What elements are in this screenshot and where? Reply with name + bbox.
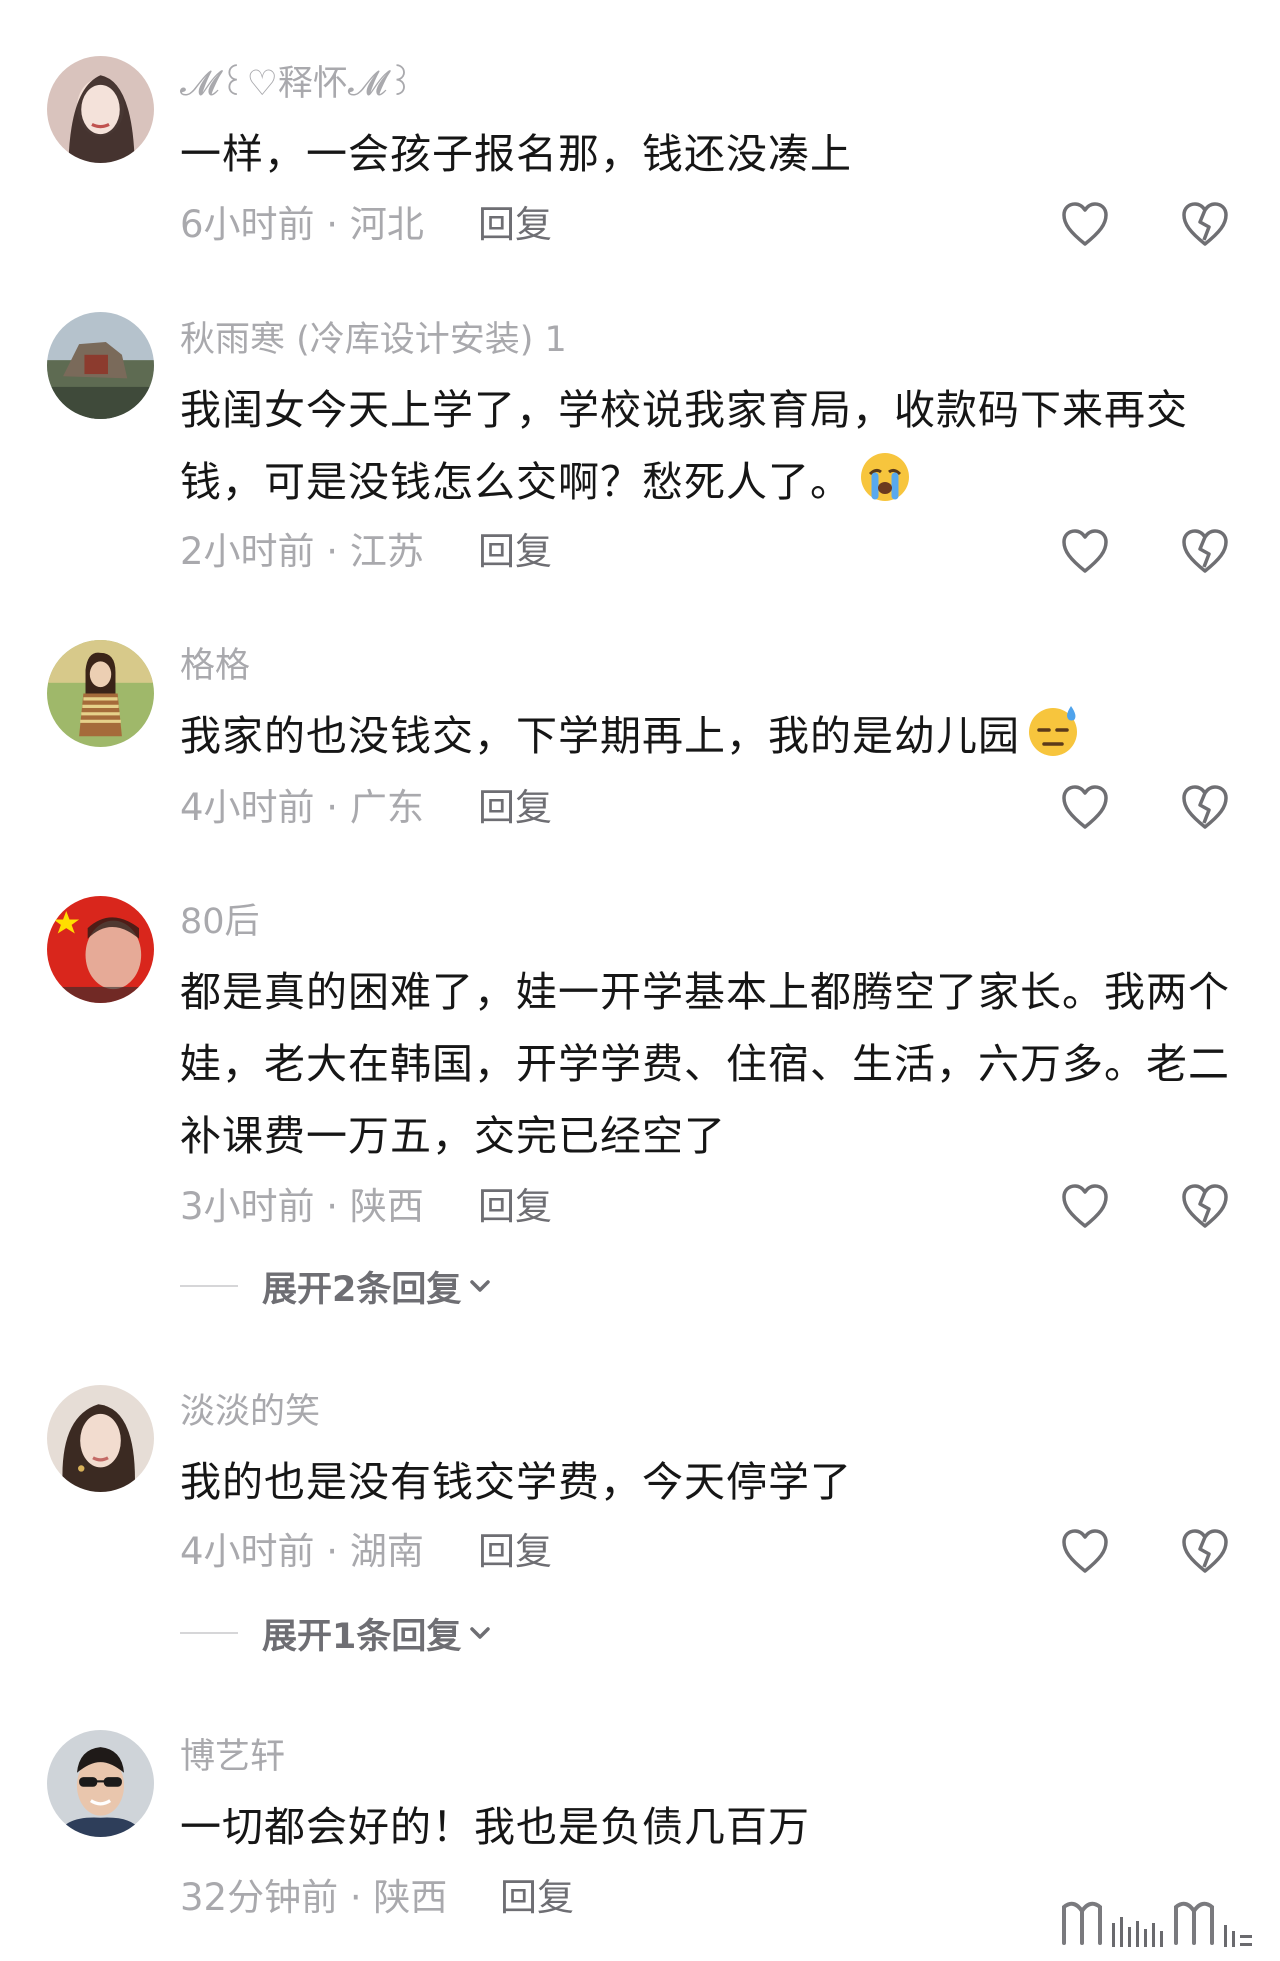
reply-button[interactable]: 回复: [478, 530, 552, 574]
heart-outline-icon[interactable]: [1060, 783, 1110, 831]
expand-replies-label: 展开1条回复: [262, 1616, 462, 1657]
username[interactable]: 格格: [180, 644, 250, 688]
comment-text: 一切都会好的！我也是负债几百万: [180, 1791, 1240, 1863]
comment-text-body: 一切都会好的！我也是负债几百万: [180, 1803, 810, 1851]
comment-text-body: 我的也是没有钱交学费，今天停学了: [180, 1458, 852, 1506]
username[interactable]: 𝓜꒰♡释怀𝓜꒱: [180, 62, 414, 106]
username[interactable]: 80后: [180, 900, 260, 944]
comment-text: 我的也是没有钱交学费，今天停学了: [180, 1446, 1240, 1518]
expand-replies-button[interactable]: 展开1条回复: [180, 1611, 493, 1657]
heart-outline-icon[interactable]: [1060, 1527, 1110, 1575]
reply-button[interactable]: 回复: [500, 1876, 574, 1920]
sweat-face-emoji: [1026, 704, 1080, 758]
username[interactable]: 淡淡的笑: [180, 1390, 320, 1434]
expand-replies-label: 展开2条回复: [262, 1269, 462, 1310]
time-location: 3小时前 · 陕西: [180, 1185, 424, 1228]
expand-replies-button[interactable]: 展开2条回复: [180, 1264, 493, 1310]
broken-heart-outline-icon[interactable]: [1180, 1182, 1230, 1230]
reply-button[interactable]: 回复: [478, 786, 552, 830]
broken-heart-outline-icon[interactable]: [1180, 527, 1230, 575]
time-location: 6小时前 · 河北: [180, 203, 424, 246]
broken-heart-outline-icon[interactable]: [1180, 1527, 1230, 1575]
username[interactable]: 博艺轩: [180, 1735, 285, 1779]
avatar[interactable]: [47, 1385, 154, 1492]
username[interactable]: 秋雨寒 (冷库设计安装) 1: [180, 318, 567, 362]
comment-text: 都是真的困难了，娃一开学基本上都腾空了家长。我两个娃，老大在韩国，开学学费、住宿…: [180, 956, 1240, 1172]
reply-button[interactable]: 回复: [478, 203, 552, 247]
heart-outline-icon[interactable]: [1060, 1182, 1110, 1230]
time-location: 2小时前 · 江苏: [180, 530, 424, 573]
divider: [180, 1632, 238, 1634]
time-location: 4小时前 · 湖南: [180, 1530, 424, 1573]
chevron-down-icon: [467, 1273, 493, 1299]
time-location: 32分钟前 · 陕西: [180, 1876, 448, 1919]
avatar[interactable]: [47, 640, 154, 747]
broken-heart-outline-icon[interactable]: [1180, 200, 1230, 248]
avatar[interactable]: [47, 312, 154, 419]
watermark-logo: [1058, 1893, 1258, 1955]
broken-heart-outline-icon[interactable]: [1180, 783, 1230, 831]
reply-button[interactable]: 回复: [478, 1530, 552, 1574]
comment-text-body: 我闺女今天上学了，学校说我家育局，收款码下来再交钱，可是没钱怎么交啊？愁死人了。: [180, 386, 1188, 506]
time-location: 4小时前 · 广东: [180, 786, 424, 829]
heart-outline-icon[interactable]: [1060, 527, 1110, 575]
comment-text-body: 一样，一会孩子报名那，钱还没凑上: [180, 130, 852, 178]
comment-text-body: 我家的也没钱交，下学期再上，我的是幼儿园: [180, 712, 1020, 760]
avatar[interactable]: [47, 56, 154, 163]
comment-text: 一样，一会孩子报名那，钱还没凑上: [180, 118, 1240, 190]
divider: [180, 1285, 238, 1287]
avatar[interactable]: [47, 896, 154, 1003]
heart-outline-icon[interactable]: [1060, 200, 1110, 248]
chevron-down-icon: [467, 1620, 493, 1646]
comment-text: 我家的也没钱交，下学期再上，我的是幼儿园: [180, 700, 1240, 772]
crying-face-emoji: [858, 450, 912, 504]
comment-text-body: 都是真的困难了，娃一开学基本上都腾空了家长。我两个娃，老大在韩国，开学学费、住宿…: [180, 968, 1230, 1160]
avatar[interactable]: [47, 1730, 154, 1837]
reply-button[interactable]: 回复: [478, 1185, 552, 1229]
comment-text: 我闺女今天上学了，学校说我家育局，收款码下来再交钱，可是没钱怎么交啊？愁死人了。: [180, 374, 1240, 518]
